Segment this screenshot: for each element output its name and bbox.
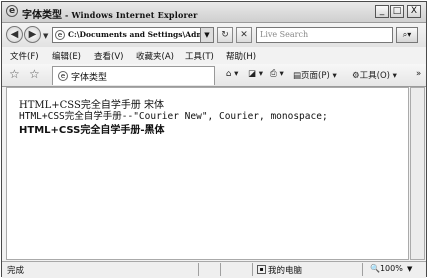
window-title: 字体类型 - Windows Internet Explorer — [22, 6, 198, 21]
address-bar[interactable]: e C:\Documents and Settings\Adm ▼ — [52, 27, 214, 43]
minimize-button[interactable]: _ — [375, 5, 389, 18]
search-icon: ⌕▾ — [402, 30, 412, 39]
menu-tools[interactable]: 工具(T) — [185, 50, 214, 62]
maximize-button[interactable]: □ — [390, 5, 404, 18]
zoom-value: 100% — [379, 264, 403, 273]
chevron-more-icon[interactable]: » — [416, 69, 421, 79]
tab-active[interactable]: e 字体类型 — [52, 66, 215, 85]
menu-edit[interactable]: 编辑(E) — [52, 50, 81, 62]
back-arrow-icon: ◀ — [10, 29, 19, 40]
search-button[interactable]: ⌕▾ — [396, 27, 418, 43]
zoom-icon: 🔍 — [370, 264, 380, 273]
menu-favorites[interactable]: 收藏夹(A) — [136, 50, 174, 62]
status-divider — [220, 263, 221, 276]
tools-menu-button[interactable]: ⚙工具(O) ▾ — [352, 69, 397, 81]
status-divider — [252, 263, 253, 276]
tab-page-icon: e — [58, 71, 68, 81]
refresh-button[interactable]: ↻ — [217, 27, 233, 43]
app-name: - Windows Internet Explorer — [62, 10, 198, 20]
back-button[interactable]: ◀ — [6, 26, 23, 43]
forward-arrow-icon: ▶ — [28, 29, 37, 40]
tools-gear-icon: ⚙ — [352, 71, 360, 81]
page-menu-label: 页面(P) — [301, 71, 330, 81]
status-text: 完成 — [7, 266, 25, 276]
page-menu-button[interactable]: ▤页面(P) ▾ — [293, 69, 337, 81]
navigation-bar: ◀ ▶ ▼ e C:\Documents and Settings\Adm ▼ … — [2, 23, 426, 47]
favorites-star-icon[interactable]: ☆ — [9, 67, 20, 81]
text-line-heiti: HTML+CSS完全自学手册-黑体 — [19, 125, 165, 136]
ie-logo-icon: e — [6, 5, 18, 17]
add-favorites-icon[interactable]: ☆ — [29, 67, 40, 81]
home-button[interactable]: ⌂ ▾ — [226, 69, 238, 79]
tab-label: 字体类型 — [71, 73, 108, 83]
security-zone: 我的电脑 — [268, 266, 303, 276]
history-dropdown-icon[interactable]: ▼ — [43, 32, 48, 40]
page-menu-icon: ▤ — [293, 71, 302, 81]
menu-view[interactable]: 查看(V) — [94, 50, 123, 62]
stop-icon: ✕ — [240, 30, 248, 40]
title-bar: e 字体类型 - Windows Internet Explorer _ □ X — [2, 2, 426, 23]
address-dropdown-icon[interactable]: ▼ — [200, 28, 213, 42]
browser-window: e 字体类型 - Windows Internet Explorer _ □ X… — [1, 1, 427, 278]
search-input[interactable]: Live Search — [256, 27, 393, 43]
status-divider — [362, 263, 363, 276]
computer-icon: ▪ — [257, 265, 266, 274]
page-content: HTML+CSS完全自学手册 宋体 HTML+CSS完全自学手册--"Couri… — [6, 87, 409, 260]
zoom-dropdown-icon[interactable]: ▼ — [407, 265, 412, 273]
page-title: 字体类型 — [22, 10, 62, 21]
feeds-button[interactable]: ◪ ▾ — [248, 69, 263, 79]
zoom-level[interactable]: 🔍100% — [370, 264, 403, 273]
tab-bar: ☆ ☆ e 字体类型 ⌂ ▾ ◪ ▾ ⎙ ▾ ▤页面(P) ▾ ⚙工具(O) ▾… — [2, 64, 426, 87]
tools-menu-label: 工具(O) — [359, 71, 390, 81]
refresh-icon: ↻ — [221, 30, 229, 40]
status-bar: 完成 ▪ 我的电脑 🔍100% ▼ — [2, 261, 426, 278]
menu-bar: 文件(F) 编辑(E) 查看(V) 收藏夹(A) 工具(T) 帮助(H) — [2, 47, 426, 65]
text-line-courier: HTML+CSS完全自学手册--"Courier New", Courier, … — [19, 111, 328, 122]
forward-button[interactable]: ▶ — [24, 26, 41, 43]
close-button[interactable]: X — [407, 5, 421, 18]
vertical-scrollbar[interactable] — [410, 87, 425, 260]
print-button[interactable]: ⎙ ▾ — [270, 69, 284, 79]
stop-button[interactable]: ✕ — [236, 27, 252, 43]
address-input[interactable]: C:\Documents and Settings\Adm — [68, 30, 202, 39]
menu-file[interactable]: 文件(F) — [10, 50, 39, 62]
menu-help[interactable]: 帮助(H) — [226, 50, 256, 62]
page-icon: e — [55, 30, 65, 40]
status-divider — [198, 263, 199, 276]
